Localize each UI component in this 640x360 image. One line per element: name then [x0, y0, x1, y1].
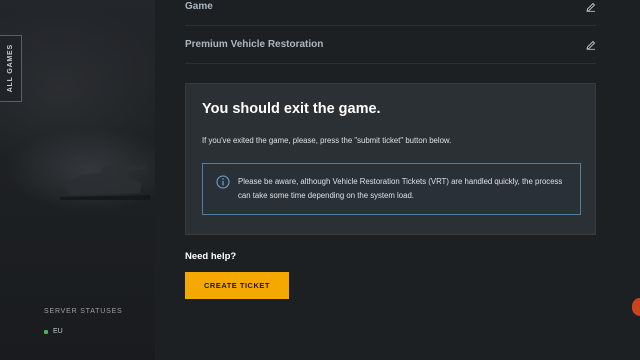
- server-status-eu: EU: [44, 328, 63, 335]
- info-box: Please be aware, although Vehicle Restor…: [202, 163, 581, 215]
- exit-game-notice-card: You should exit the game. If you've exit…: [185, 83, 596, 235]
- sidebar-background: [0, 0, 155, 360]
- notice-title: You should exit the game.: [202, 101, 381, 117]
- info-text: Please be aware, although Vehicle Restor…: [238, 177, 563, 200]
- status-dot-icon: [44, 329, 48, 334]
- all-games-label: ALL GAMES: [7, 44, 14, 93]
- pencil-icon[interactable]: [586, 2, 596, 12]
- create-ticket-button[interactable]: CREATE TICKET: [185, 272, 289, 299]
- main-content: Game Premium Vehicle Restoration You sho…: [155, 0, 640, 360]
- service-label: Premium Vehicle Restoration: [185, 39, 324, 50]
- server-label: EU: [53, 328, 63, 335]
- chat-support-icon[interactable]: [632, 298, 640, 316]
- notice-description: If you've exited the game, please, press…: [202, 136, 452, 145]
- all-games-tab[interactable]: ALL GAMES: [0, 35, 22, 102]
- server-statuses-title: SERVER STATUSES: [44, 308, 123, 315]
- info-circle-icon: [216, 175, 230, 189]
- tank-silhouette-image: [60, 163, 150, 200]
- form-row-service: Premium Vehicle Restoration: [185, 26, 596, 64]
- form-row-game: Game: [185, 0, 596, 26]
- need-help-title: Need help?: [185, 251, 237, 262]
- game-label: Game: [185, 1, 213, 12]
- pencil-icon[interactable]: [586, 40, 596, 50]
